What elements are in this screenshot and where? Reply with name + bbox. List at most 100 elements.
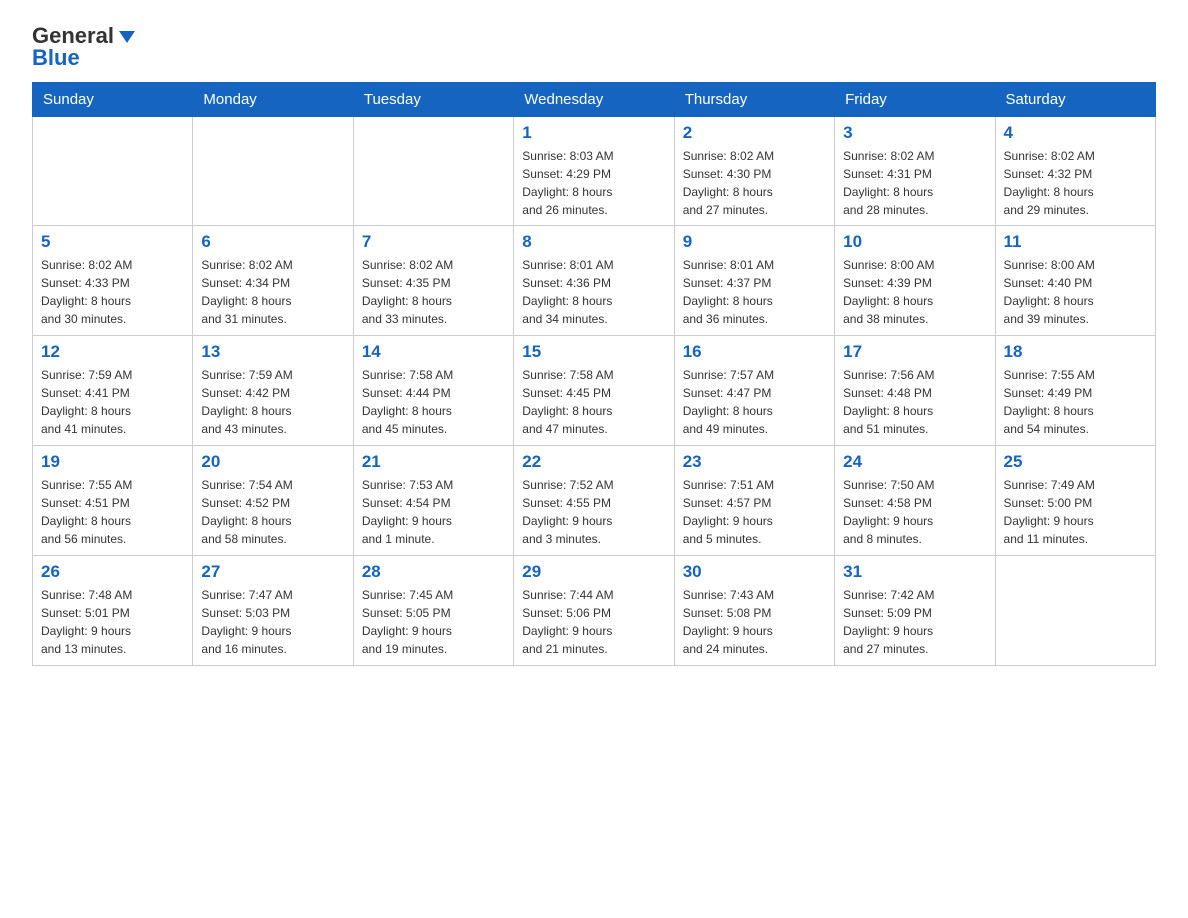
day-info: Sunrise: 8:01 AMSunset: 4:37 PMDaylight:… — [683, 256, 826, 328]
day-info: Sunrise: 8:03 AMSunset: 4:29 PMDaylight:… — [522, 147, 665, 219]
logo: General Blue — [32, 24, 138, 70]
calendar-cell: 6 Sunrise: 8:02 AMSunset: 4:34 PMDaylight… — [193, 226, 353, 336]
day-info: Sunrise: 7:56 AMSunset: 4:48 PMDaylight:… — [843, 366, 986, 438]
calendar-cell: 9 Sunrise: 8:01 AMSunset: 4:37 PMDaylight… — [674, 226, 834, 336]
day-number: 31 — [843, 562, 986, 582]
day-number: 3 — [843, 123, 986, 143]
weekday-header-saturday: Saturday — [995, 83, 1155, 117]
calendar-cell: 3Sunrise: 8:02 AMSunset: 4:31 PMDaylight… — [835, 117, 995, 226]
day-info: Sunrise: 7:59 AMSunset: 4:41 PMDaylight:… — [41, 366, 184, 438]
day-info: Sunrise: 7:42 AMSunset: 5:09 PMDaylight:… — [843, 586, 986, 658]
calendar-cell: 20Sunrise: 7:54 AMSunset: 4:52 PMDayligh… — [193, 446, 353, 556]
calendar-cell — [353, 117, 513, 226]
day-number: 8 — [522, 232, 665, 252]
calendar-cell: 24 Sunrise: 7:50 AMSunset: 4:58 PMDayligh… — [835, 446, 995, 556]
calendar-week-2: 5 Sunrise: 8:02 AMSunset: 4:33 PMDaylight… — [33, 226, 1156, 336]
day-info: Sunrise: 7:50 AMSunset: 4:58 PMDaylight:… — [843, 476, 986, 548]
calendar-cell: 4Sunrise: 8:02 AMSunset: 4:32 PMDaylight… — [995, 117, 1155, 226]
day-info: Sunrise: 7:58 AMSunset: 4:45 PMDaylight:… — [522, 366, 665, 438]
calendar-cell: 31 Sunrise: 7:42 AMSunset: 5:09 PMDayligh… — [835, 556, 995, 666]
day-info: Sunrise: 8:02 AMSunset: 4:35 PMDaylight:… — [362, 256, 505, 328]
day-number: 6 — [201, 232, 344, 252]
day-number: 11 — [1004, 232, 1147, 252]
weekday-header-sunday: Sunday — [33, 83, 193, 117]
day-number: 21 — [362, 452, 505, 472]
day-info: Sunrise: 7:53 AMSunset: 4:54 PMDaylight:… — [362, 476, 505, 548]
day-info: Sunrise: 8:01 AMSunset: 4:36 PMDaylight:… — [522, 256, 665, 328]
page-header: General Blue — [32, 24, 1156, 70]
day-number: 9 — [683, 232, 826, 252]
calendar-cell: 21 Sunrise: 7:53 AMSunset: 4:54 PMDayligh… — [353, 446, 513, 556]
calendar-week-5: 26 Sunrise: 7:48 AMSunset: 5:01 PMDayligh… — [33, 556, 1156, 666]
day-number: 1 — [522, 123, 665, 143]
calendar-cell — [193, 117, 353, 226]
day-number: 4 — [1004, 123, 1147, 143]
day-info: Sunrise: 7:54 AMSunset: 4:52 PMDaylight:… — [201, 476, 344, 548]
weekday-header-wednesday: Wednesday — [514, 83, 674, 117]
calendar-cell: 12 Sunrise: 7:59 AMSunset: 4:41 PMDayligh… — [33, 336, 193, 446]
day-number: 25 — [1004, 452, 1147, 472]
day-info: Sunrise: 8:02 AMSunset: 4:34 PMDaylight:… — [201, 256, 344, 328]
day-info: Sunrise: 7:52 AMSunset: 4:55 PMDaylight:… — [522, 476, 665, 548]
calendar-cell: 10 Sunrise: 8:00 AMSunset: 4:39 PMDayligh… — [835, 226, 995, 336]
day-number: 5 — [41, 232, 184, 252]
day-number: 2 — [683, 123, 826, 143]
calendar-cell: 13 Sunrise: 7:59 AMSunset: 4:42 PMDayligh… — [193, 336, 353, 446]
logo-wrapper: General Blue — [32, 24, 138, 70]
weekday-header-monday: Monday — [193, 83, 353, 117]
day-number: 17 — [843, 342, 986, 362]
calendar-cell: 11 Sunrise: 8:00 AMSunset: 4:40 PMDayligh… — [995, 226, 1155, 336]
day-info: Sunrise: 7:51 AMSunset: 4:57 PMDaylight:… — [683, 476, 826, 548]
day-info: Sunrise: 7:59 AMSunset: 4:42 PMDaylight:… — [201, 366, 344, 438]
calendar-cell: 30 Sunrise: 7:43 AMSunset: 5:08 PMDayligh… — [674, 556, 834, 666]
day-number: 26 — [41, 562, 184, 582]
calendar-cell: 18 Sunrise: 7:55 AMSunset: 4:49 PMDayligh… — [995, 336, 1155, 446]
calendar-cell: 25 Sunrise: 7:49 AMSunset: 5:00 PMDayligh… — [995, 446, 1155, 556]
calendar-cell: 14Sunrise: 7:58 AMSunset: 4:44 PMDayligh… — [353, 336, 513, 446]
calendar-header-row: SundayMondayTuesdayWednesdayThursdayFrid… — [33, 83, 1156, 117]
calendar-cell: 1 Sunrise: 8:03 AMSunset: 4:29 PMDaylight… — [514, 117, 674, 226]
calendar-cell: 17 Sunrise: 7:56 AMSunset: 4:48 PMDayligh… — [835, 336, 995, 446]
calendar-cell: 2 Sunrise: 8:02 AMSunset: 4:30 PMDaylight… — [674, 117, 834, 226]
weekday-header-friday: Friday — [835, 83, 995, 117]
day-info: Sunrise: 7:57 AMSunset: 4:47 PMDaylight:… — [683, 366, 826, 438]
day-info: Sunrise: 7:58 AMSunset: 4:44 PMDaylight:… — [362, 366, 505, 438]
calendar-cell — [33, 117, 193, 226]
day-info: Sunrise: 8:00 AMSunset: 4:39 PMDaylight:… — [843, 256, 986, 328]
day-info: Sunrise: 7:49 AMSunset: 5:00 PMDaylight:… — [1004, 476, 1147, 548]
day-number: 18 — [1004, 342, 1147, 362]
calendar-cell: 7Sunrise: 8:02 AMSunset: 4:35 PMDaylight… — [353, 226, 513, 336]
day-number: 28 — [362, 562, 505, 582]
day-number: 10 — [843, 232, 986, 252]
weekday-header-thursday: Thursday — [674, 83, 834, 117]
day-info: Sunrise: 7:55 AMSunset: 4:49 PMDaylight:… — [1004, 366, 1147, 438]
calendar-cell: 19Sunrise: 7:55 AMSunset: 4:51 PMDayligh… — [33, 446, 193, 556]
day-number: 29 — [522, 562, 665, 582]
day-info: Sunrise: 7:44 AMSunset: 5:06 PMDaylight:… — [522, 586, 665, 658]
calendar-cell: 26 Sunrise: 7:48 AMSunset: 5:01 PMDayligh… — [33, 556, 193, 666]
day-number: 15 — [522, 342, 665, 362]
day-info: Sunrise: 7:48 AMSunset: 5:01 PMDaylight:… — [41, 586, 184, 658]
day-number: 24 — [843, 452, 986, 472]
calendar-cell: 16 Sunrise: 7:57 AMSunset: 4:47 PMDayligh… — [674, 336, 834, 446]
calendar-cell: 5 Sunrise: 8:02 AMSunset: 4:33 PMDaylight… — [33, 226, 193, 336]
day-info: Sunrise: 8:02 AMSunset: 4:33 PMDaylight:… — [41, 256, 184, 328]
day-number: 23 — [683, 452, 826, 472]
day-number: 30 — [683, 562, 826, 582]
logo-arrow-icon — [116, 26, 138, 48]
day-number: 13 — [201, 342, 344, 362]
calendar-cell: 27Sunrise: 7:47 AMSunset: 5:03 PMDayligh… — [193, 556, 353, 666]
calendar-cell — [995, 556, 1155, 666]
calendar-cell: 29 Sunrise: 7:44 AMSunset: 5:06 PMDayligh… — [514, 556, 674, 666]
calendar-cell: 23 Sunrise: 7:51 AMSunset: 4:57 PMDayligh… — [674, 446, 834, 556]
day-info: Sunrise: 7:43 AMSunset: 5:08 PMDaylight:… — [683, 586, 826, 658]
day-number: 16 — [683, 342, 826, 362]
day-number: 19 — [41, 452, 184, 472]
day-info: Sunrise: 8:02 AMSunset: 4:30 PMDaylight:… — [683, 147, 826, 219]
day-info: Sunrise: 8:00 AMSunset: 4:40 PMDaylight:… — [1004, 256, 1147, 328]
day-info: Sunrise: 7:47 AMSunset: 5:03 PMDaylight:… — [201, 586, 344, 658]
calendar-week-4: 19Sunrise: 7:55 AMSunset: 4:51 PMDayligh… — [33, 446, 1156, 556]
day-number: 12 — [41, 342, 184, 362]
calendar-cell: 22Sunrise: 7:52 AMSunset: 4:55 PMDayligh… — [514, 446, 674, 556]
day-info: Sunrise: 7:45 AMSunset: 5:05 PMDaylight:… — [362, 586, 505, 658]
